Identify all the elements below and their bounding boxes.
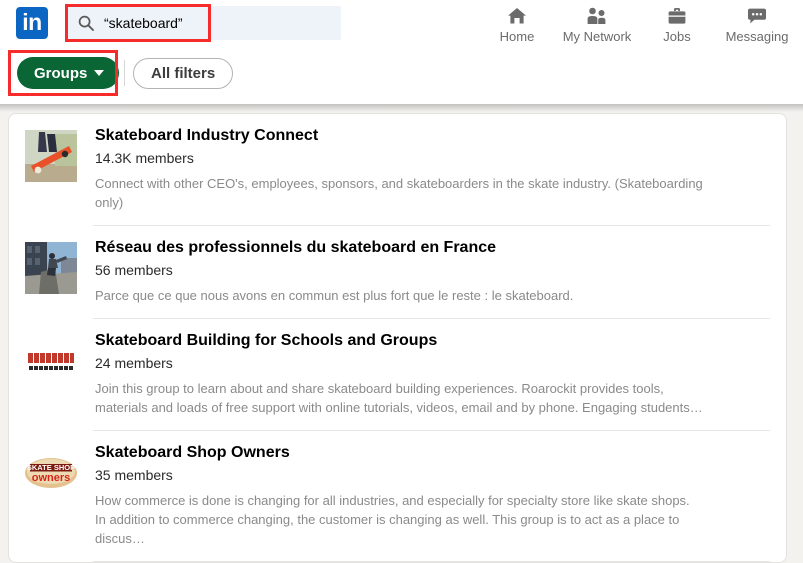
search-area <box>65 6 341 40</box>
svg-text:SKATE SHOP: SKATE SHOP <box>27 463 75 472</box>
result-body: Skateboard Shop Owners 35 members How co… <box>95 443 770 561</box>
filter-divider <box>124 60 125 86</box>
search-results-card: Skateboard Industry Connect 14.3K member… <box>8 113 787 563</box>
briefcase-icon <box>666 5 688 27</box>
global-header: in Home <box>0 0 803 104</box>
nav-item-home[interactable]: Home <box>477 2 557 44</box>
nav-item-jobs[interactable]: Jobs <box>637 2 717 44</box>
skateboard-photo-thumbnail <box>25 130 77 182</box>
result-description: Join this group to learn about and share… <box>95 379 703 417</box>
result-member-count: 56 members <box>95 261 770 279</box>
result-member-count: 14.3K members <box>95 149 770 167</box>
result-body: Skateboard Industry Connect 14.3K member… <box>95 126 770 225</box>
result-item[interactable]: Skateboard Building for Schools and Grou… <box>9 319 786 430</box>
skate-shop-owners-logo-thumbnail: SKATE SHOP owners <box>25 447 77 499</box>
result-body: Réseau des professionnels du skateboard … <box>95 238 770 318</box>
result-title[interactable]: Skateboard Industry Connect <box>95 126 770 146</box>
result-description: Connect with other CEO's, employees, spo… <box>95 174 703 212</box>
filter-bar: Groups All filters <box>0 46 803 104</box>
all-filters-label: All filters <box>151 65 215 82</box>
all-filters-button[interactable]: All filters <box>133 58 233 89</box>
result-title[interactable]: Réseau des professionnels du skateboard … <box>95 238 770 258</box>
groups-filter-label: Groups <box>34 65 87 82</box>
result-description: Parce que ce que nous avons en commun es… <box>95 286 703 305</box>
skater-photo-thumbnail <box>25 242 77 294</box>
top-navigation-bar: in Home <box>0 0 803 46</box>
primary-nav: Home My Network <box>477 2 797 44</box>
message-bubble-icon <box>745 5 769 27</box>
nav-label-jobs: Jobs <box>663 29 690 44</box>
groups-filter-button[interactable]: Groups <box>17 57 119 89</box>
search-input[interactable] <box>104 6 334 40</box>
search-box[interactable] <box>65 6 341 40</box>
result-body: Skateboard Building for Schools and Grou… <box>95 331 770 430</box>
result-item[interactable]: SKATE SHOP owners Skateboard Shop Owners… <box>9 431 786 561</box>
nav-item-my-network[interactable]: My Network <box>557 2 637 44</box>
result-description: How commerce is done is changing for all… <box>95 491 703 548</box>
header-shadow <box>0 104 803 112</box>
result-member-count: 35 members <box>95 466 770 484</box>
nav-label-my-network: My Network <box>563 29 632 44</box>
result-item[interactable]: Skateboard Industry Connect 14.3K member… <box>9 114 786 225</box>
result-item[interactable]: Réseau des professionnels du skateboard … <box>9 226 786 318</box>
nav-label-messaging: Messaging <box>726 29 789 44</box>
people-icon <box>585 5 609 27</box>
result-divider <box>93 561 770 562</box>
linkedin-logo[interactable]: in <box>16 7 48 39</box>
result-title[interactable]: Skateboard Building for Schools and Grou… <box>95 331 770 351</box>
roarockit-logo-thumbnail <box>25 335 77 387</box>
nav-label-home: Home <box>500 29 535 44</box>
svg-text:owners: owners <box>32 472 71 484</box>
search-icon <box>78 15 94 31</box>
nav-item-messaging[interactable]: Messaging <box>717 2 797 44</box>
home-icon <box>506 5 528 27</box>
chevron-down-icon <box>94 70 104 76</box>
result-title[interactable]: Skateboard Shop Owners <box>95 443 770 463</box>
result-member-count: 24 members <box>95 354 770 372</box>
